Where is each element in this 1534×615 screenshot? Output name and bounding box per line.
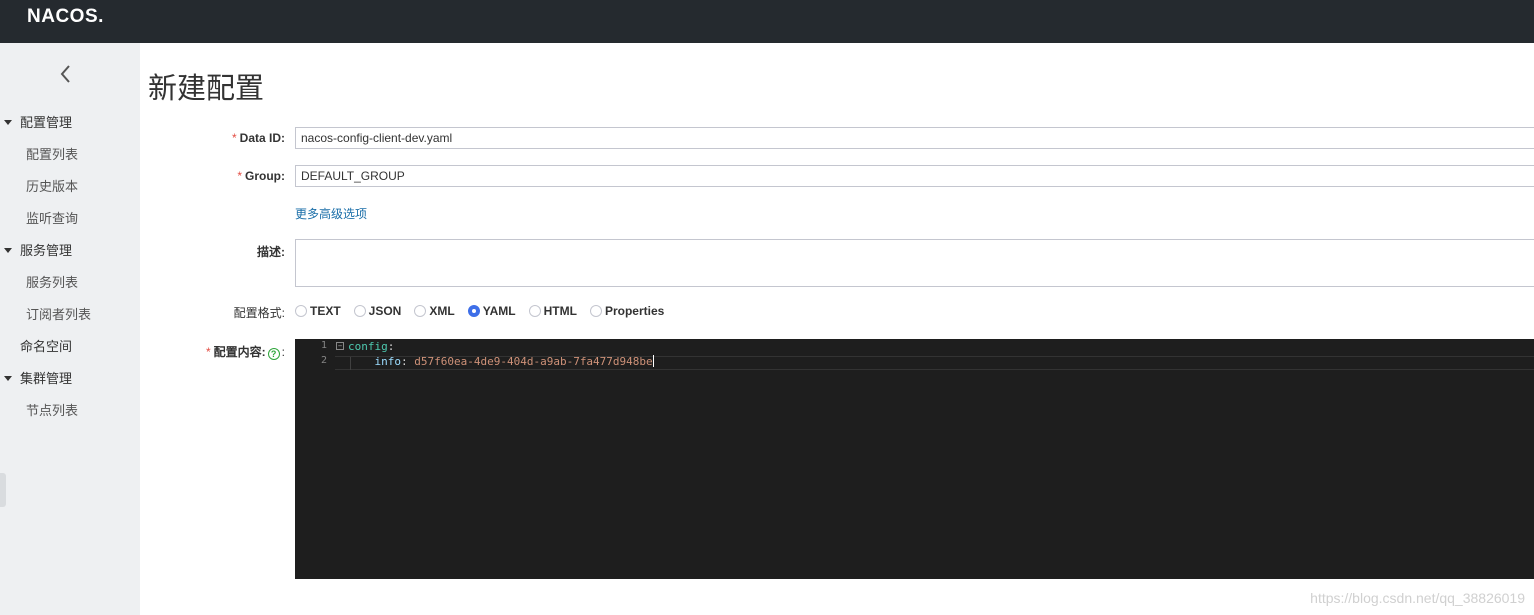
description-textarea[interactable] xyxy=(295,239,1534,287)
sidebar-group-service-management[interactable]: 服务管理 xyxy=(0,235,140,267)
advanced-options-link[interactable]: 更多高级选项 xyxy=(295,205,367,222)
sidebar-group-cluster-management[interactable]: 集群管理 xyxy=(0,363,140,395)
code-editor[interactable]: 1 2 − config: info: d57f60ea-4de9-404d-a… xyxy=(295,339,1534,579)
format-radio-properties[interactable]: Properties xyxy=(589,304,664,318)
data-id-input[interactable] xyxy=(295,127,1534,149)
sidebar-group-config-management[interactable]: 配置管理 xyxy=(0,107,140,139)
sidebar-item-node-list[interactable]: 节点列表 xyxy=(0,395,140,427)
radio-circle xyxy=(589,305,602,317)
group-label: * Group: xyxy=(237,169,285,183)
content-label: * 配置内容:?: xyxy=(205,345,285,360)
format-radio-text[interactable]: TEXT xyxy=(295,304,341,318)
fold-toggle-icon[interactable]: − xyxy=(336,342,344,350)
collapse-sidebar-icon[interactable] xyxy=(58,63,74,85)
nacos-logo[interactable]: NACOS. xyxy=(27,7,104,27)
sidebar-item-listener-query[interactable]: 监听查询 xyxy=(0,203,140,235)
description-label: 描述: xyxy=(257,245,285,259)
sidebar-item-config-list[interactable]: 配置列表 xyxy=(0,139,140,171)
sidebar-drag-handle[interactable] xyxy=(0,473,6,507)
code-line: info: d57f60ea-4de9-404d-a9ab-7fa477d948… xyxy=(374,355,654,368)
caret-down-icon xyxy=(4,120,12,125)
help-icon[interactable]: ? xyxy=(267,348,280,360)
sidebar: 配置管理 配置列表 历史版本 监听查询 服务管理 服务列表 订阅者列表 命名空间… xyxy=(0,43,140,615)
format-radio-group: TEXT JSON XML YAML HTML Properties xyxy=(295,303,677,319)
caret-down-icon xyxy=(4,248,12,253)
radio-circle xyxy=(414,305,427,317)
page-title: 新建配置 xyxy=(148,73,265,105)
format-label: 配置格式: xyxy=(233,306,285,320)
sidebar-item-history[interactable]: 历史版本 xyxy=(0,171,140,203)
main-content: 新建配置 *Data ID: *Group: 更多高级选项 描述: 配置格式: … xyxy=(140,43,1534,615)
format-radio-json[interactable]: JSON xyxy=(353,304,401,318)
text-cursor xyxy=(652,355,654,367)
code-line: config: xyxy=(348,340,395,353)
format-radio-yaml[interactable]: YAML xyxy=(467,304,516,318)
line-number: 1 xyxy=(320,340,327,351)
top-bar: NACOS. xyxy=(0,0,1534,43)
radio-circle xyxy=(353,305,366,317)
sidebar-item-service-list[interactable]: 服务列表 xyxy=(0,267,140,299)
sidebar-item-namespace[interactable]: 命名空间 xyxy=(0,331,140,363)
format-radio-xml[interactable]: XML xyxy=(414,304,455,318)
editor-gutter: 1 2 xyxy=(295,339,335,579)
caret-down-icon xyxy=(4,376,12,381)
watermark: https://blog.csdn.net/qq_38826019 xyxy=(1310,590,1525,606)
radio-circle-checked xyxy=(467,305,480,317)
radio-circle xyxy=(295,305,307,317)
data-id-label: * Data ID: xyxy=(231,131,285,145)
sidebar-item-subscriber-list[interactable]: 订阅者列表 xyxy=(0,299,140,331)
group-input[interactable] xyxy=(295,165,1534,187)
format-radio-html[interactable]: HTML xyxy=(528,304,577,318)
radio-circle xyxy=(528,305,541,317)
line-number: 2 xyxy=(320,355,327,366)
